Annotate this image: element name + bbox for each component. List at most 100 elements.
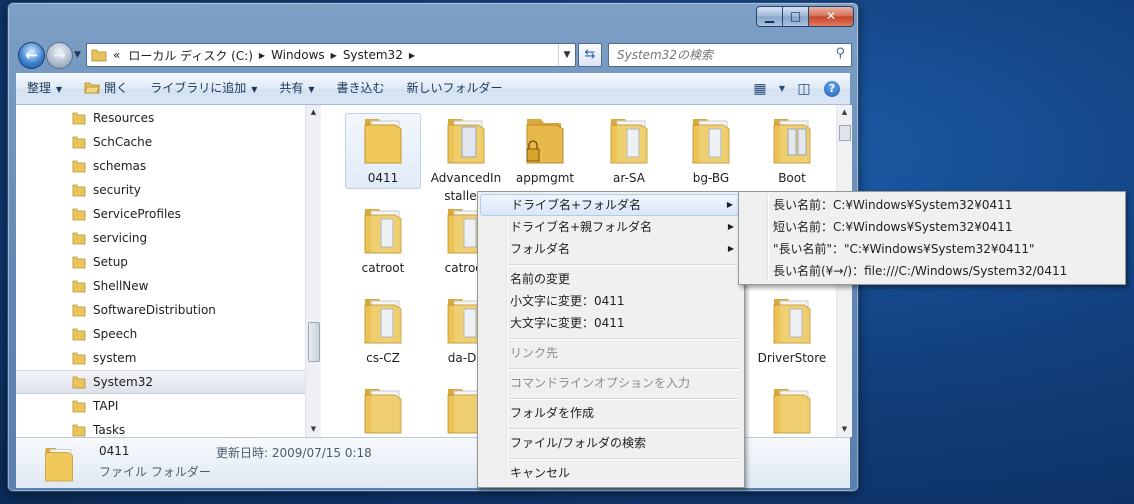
submenu-item-quoted-long[interactable]: "長い名前"："C:¥Windows¥System32¥0411" (741, 238, 1121, 260)
add-library-label: ライブラリに追加 (150, 81, 247, 95)
scroll-up-icon[interactable]: ▲ (839, 108, 850, 116)
scroll-thumb[interactable] (308, 322, 320, 362)
folder-icon (364, 119, 402, 164)
folder-tile[interactable] (345, 377, 421, 437)
back-button[interactable]: ← (18, 42, 45, 69)
folder-icon (692, 119, 730, 164)
nav-item[interactable]: SoftwareDistribution (16, 298, 313, 322)
details-modified: 更新日時: 2009/07/15 0:18 (216, 446, 372, 460)
close-button[interactable]: ✕ (808, 6, 854, 27)
history-dropdown-icon[interactable]: ▼ (74, 50, 81, 60)
folder-icon (72, 160, 86, 173)
folder-tile[interactable] (754, 377, 830, 437)
address-overflow[interactable]: « (113, 48, 120, 62)
crumb-local-disk[interactable]: ローカル ディスク (C:) (128, 47, 253, 64)
command-bar: 整理 ▼ 開く ライブラリに追加 ▼ 共有 ▼ 書き込む 新しいフォルダー ▦ ▼ ◫… (16, 73, 850, 105)
folder-tile[interactable]: cs-CZ (345, 287, 421, 367)
folder-tile[interactable]: Boot (754, 107, 830, 187)
nav-item[interactable]: ServiceProfiles (16, 202, 313, 226)
crumb-system32[interactable]: System32 (343, 48, 403, 62)
nav-item[interactable]: schemas (16, 154, 313, 178)
nav-item[interactable]: Speech (16, 322, 313, 346)
menu-label: 長い名前：C:¥Windows¥System32¥0411 (773, 198, 1013, 212)
nav-item[interactable]: TAPI (16, 394, 313, 418)
details-name: 0411 (99, 444, 130, 458)
menu-item-drive-parent[interactable]: ドライブ名+親フォルダ名 ▶ (480, 216, 742, 238)
nav-item[interactable]: Setup (16, 250, 313, 274)
submenu-arrow-icon: ▶ (727, 222, 734, 231)
folder-tile[interactable]: appmgmt (507, 107, 583, 187)
nav-item[interactable]: system (16, 346, 313, 370)
scroll-thumb[interactable] (839, 125, 851, 141)
new-folder-label: 新しいフォルダー (406, 81, 503, 95)
burn-button[interactable]: 書き込む (326, 73, 396, 104)
menu-item-create-folder[interactable]: フォルダを作成 (480, 402, 742, 424)
help-icon[interactable]: ? (824, 80, 840, 97)
nav-item-selected[interactable]: System32 (16, 370, 313, 394)
preview-pane-icon[interactable]: ◫ (790, 81, 818, 97)
address-bar[interactable]: « ローカル ディスク (C:) ▶ Windows ▶ System32 ▶ … (86, 43, 576, 67)
folder-label: cs-CZ (366, 351, 400, 365)
crumb-separator-icon[interactable]: ▶ (331, 51, 337, 60)
submenu: 長い名前：C:¥Windows¥System32¥0411 短い名前：C:¥Wi… (738, 191, 1126, 285)
menu-item-link-target: リンク先 (480, 342, 742, 364)
view-options-icon[interactable]: ▦ (746, 81, 774, 97)
nav-item-label: System32 (93, 375, 154, 389)
submenu-arrow-icon: ▶ (727, 244, 734, 253)
nav-item[interactable]: servicing (16, 226, 313, 250)
folder-tile[interactable]: ar-SA (591, 107, 667, 187)
menu-item-rename[interactable]: 名前の変更 (480, 268, 742, 290)
submenu-item-short-name[interactable]: 短い名前：C:¥Windows¥System32¥0411 (741, 216, 1121, 238)
crumb-separator-icon[interactable]: ▶ (409, 51, 415, 60)
menu-item-cancel[interactable]: キャンセル (480, 462, 742, 484)
folder-tile[interactable]: bg-BG (673, 107, 749, 187)
nav-item[interactable]: SchCache (16, 130, 313, 154)
address-dropdown-icon[interactable]: ▼ (558, 44, 575, 66)
forward-button[interactable]: → (46, 42, 73, 69)
refresh-button[interactable]: ⇆ (578, 43, 602, 67)
crumb-separator-icon[interactable]: ▶ (259, 51, 265, 60)
new-folder-button[interactable]: 新しいフォルダー (396, 73, 514, 104)
menu-label: キャンセル (510, 466, 571, 480)
submenu-item-long-name[interactable]: 長い名前：C:¥Windows¥System32¥0411 (741, 194, 1121, 216)
folder-tile[interactable]: DriverStore (754, 287, 830, 367)
nav-item[interactable]: Resources (16, 106, 313, 130)
folder-icon (72, 208, 86, 221)
nav-item-label: security (93, 183, 141, 197)
details-type: ファイル フォルダー (99, 465, 211, 479)
search-icon[interactable]: ⚲ (835, 46, 845, 61)
folder-tile[interactable]: catroot (345, 197, 421, 277)
crumb-windows[interactable]: Windows (271, 48, 325, 62)
navigation-scrollbar[interactable]: ▲ ▼ (305, 105, 321, 437)
menu-item-drive-folder[interactable]: ドライブ名+フォルダ名 ▶ (480, 194, 742, 216)
open-button[interactable]: 開く (73, 73, 139, 104)
menu-item-search[interactable]: ファイル/フォルダの検索 (480, 432, 742, 454)
maximize-button[interactable]: □ (782, 6, 809, 27)
menu-item-lowercase[interactable]: 小文字に変更：0411 (480, 290, 742, 312)
organize-button[interactable]: 整理 ▼ (16, 73, 73, 104)
scroll-down-icon[interactable]: ▼ (308, 425, 319, 433)
minimize-button[interactable]: ▁ (756, 6, 783, 27)
scroll-down-icon[interactable]: ▼ (839, 425, 850, 433)
nav-item-label: ShellNew (93, 279, 149, 293)
folder-icon (72, 112, 86, 125)
menu-label: 長い名前(¥→/)：file:///C:/Windows/System32/04… (773, 264, 1068, 278)
add-to-library-button[interactable]: ライブラリに追加 ▼ (139, 73, 268, 104)
search-box[interactable]: ⚲ (608, 43, 852, 67)
share-button[interactable]: 共有 ▼ (268, 73, 325, 104)
nav-item[interactable]: ShellNew (16, 274, 313, 298)
navigation-pane: Resources SchCache schemas security Serv… (16, 105, 314, 437)
context-menu: ドライブ名+フォルダ名 ▶ ドライブ名+親フォルダ名 ▶ フォルダ名 ▶ 名前の変更 … (477, 191, 745, 488)
menu-item-uppercase[interactable]: 大文字に変更：0411 (480, 312, 742, 334)
submenu-item-url-long[interactable]: 長い名前(¥→/)：file:///C:/Windows/System32/04… (741, 260, 1121, 282)
search-input[interactable] (615, 44, 829, 66)
nav-item[interactable]: security (16, 178, 313, 202)
nav-item[interactable]: Tasks (16, 418, 313, 437)
menu-item-folder-name[interactable]: フォルダ名 ▶ (480, 238, 742, 260)
scroll-up-icon[interactable]: ▲ (308, 108, 319, 116)
chevron-down-icon: ▼ (56, 85, 63, 94)
folder-tile-0411[interactable]: 0411 (345, 107, 421, 189)
menu-label: ファイル/フォルダの検索 (510, 436, 647, 450)
folder-icon (72, 256, 86, 269)
chevron-down-icon[interactable]: ▼ (774, 84, 790, 93)
